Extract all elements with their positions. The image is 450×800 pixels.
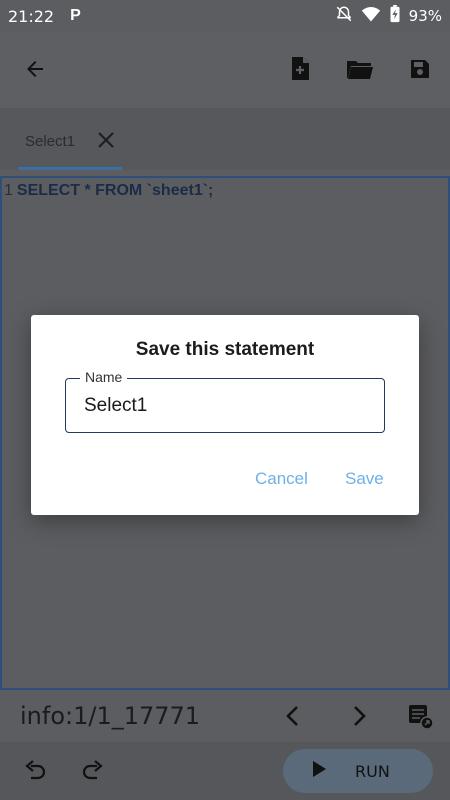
info-bar: info:1/1_17771 — [0, 690, 450, 742]
mute-icon — [335, 5, 353, 27]
tab-select1[interactable]: Select1 — [18, 108, 122, 170]
code-text: SELECT * FROM `sheet1`; — [16, 182, 214, 199]
name-field[interactable]: Name — [65, 369, 385, 433]
battery-percent: 93% — [408, 7, 442, 25]
play-icon — [311, 760, 327, 783]
name-input[interactable] — [84, 395, 364, 417]
editor-line: 1 SELECT * FROM `sheet1`; — [4, 182, 213, 200]
name-field-label: Name — [80, 369, 128, 385]
tab-active-indicator — [18, 167, 122, 170]
cancel-button[interactable]: Cancel — [255, 469, 308, 489]
save-statement-dialog: Save this statement Name Cancel Save — [31, 315, 419, 515]
chevron-left-icon[interactable] — [279, 702, 307, 730]
tab-label: Select1 — [25, 133, 76, 150]
run-button[interactable]: RUN — [283, 749, 433, 793]
dialog-title: Save this statement — [135, 339, 315, 360]
save-button[interactable]: Save — [345, 469, 384, 489]
app-bar — [0, 32, 450, 108]
new-file-icon[interactable] — [285, 54, 315, 84]
app-notification-icon: P — [70, 7, 81, 24]
result-export-icon[interactable] — [406, 702, 434, 730]
status-right: 93% — [335, 5, 442, 27]
redo-icon[interactable] — [80, 758, 108, 786]
close-icon[interactable] — [96, 130, 116, 150]
chevron-right-icon[interactable] — [345, 702, 373, 730]
line-number: 1 — [4, 182, 13, 199]
tab-strip: Select1 — [0, 108, 450, 170]
wifi-icon — [361, 5, 381, 27]
status-bar: 21:22 P 93% — [0, 0, 450, 32]
bottom-bar: RUN — [0, 742, 450, 800]
open-folder-icon[interactable] — [345, 54, 375, 84]
back-arrow-icon[interactable] — [20, 54, 50, 84]
battery-charging-icon — [389, 5, 401, 27]
save-icon[interactable] — [405, 54, 435, 84]
status-time: 21:22 — [8, 6, 55, 26]
info-text: info:1/1_17771 — [20, 702, 201, 730]
run-label: RUN — [355, 761, 390, 781]
undo-icon[interactable] — [22, 758, 50, 786]
